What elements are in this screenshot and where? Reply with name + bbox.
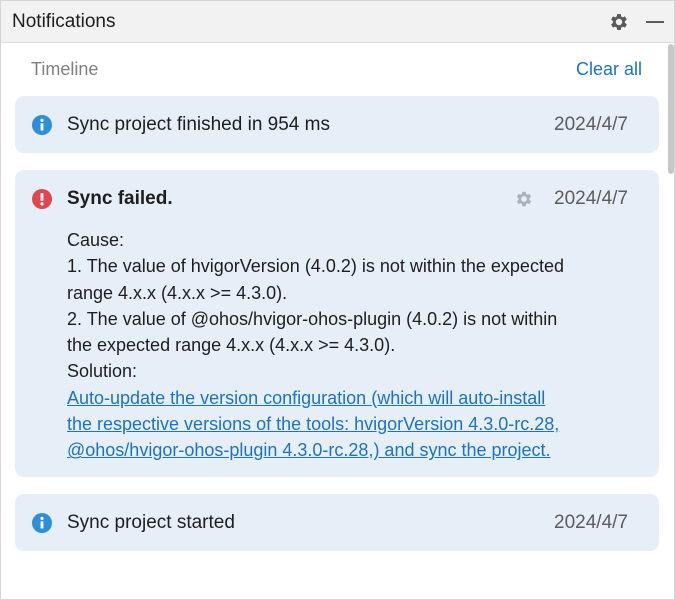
solution-link[interactable]: @ohos/hvigor-ohos-plugin 4.3.0-rc.28,) a…: [67, 440, 551, 460]
solution-link[interactable]: the respective versions of the tools: hv…: [67, 414, 559, 434]
cause-label: Cause:: [67, 230, 125, 250]
notification-body: Cause: 1. The value of hvigorVersion (4.…: [15, 227, 659, 464]
info-icon: [32, 114, 52, 135]
notification-card[interactable]: Sync project started 2024/4/7: [15, 494, 659, 551]
cause-line: the expected range 4.x.x (4.x.x >= 4.3.0…: [67, 335, 396, 356]
notification-title: Sync project finished in 954 ms: [67, 113, 330, 135]
cause-line: range 4.x.x (4.x.x >= 4.3.0).: [67, 282, 288, 303]
cause-line: 2. The value of @ohos/hvigor-ohos-plugin…: [67, 308, 558, 329]
notifications-panel: Notifications Timeline Clear all Sync pr…: [0, 0, 675, 600]
clear-all-link[interactable]: Clear all: [576, 59, 642, 80]
panel-header: Notifications: [1, 1, 674, 43]
notification-card-error[interactable]: Sync failed. 2024/4/7 Cause: 1. The valu…: [15, 170, 659, 477]
cause-line: 1. The value of hvigorVersion (4.0.2) is…: [67, 256, 564, 277]
notification-card[interactable]: Sync project finished in 954 ms 2024/4/7: [15, 96, 659, 153]
gear-icon[interactable]: [514, 189, 534, 209]
notification-date: 2024/4/7: [554, 187, 628, 209]
timeline-toolbar: Timeline Clear all: [31, 59, 642, 80]
panel-title: Notifications: [12, 10, 116, 32]
scrollbar[interactable]: [668, 44, 674, 174]
header-actions: [608, 11, 664, 33]
info-icon: [32, 512, 52, 533]
notification-date: 2024/4/7: [554, 511, 628, 533]
notification-title: Sync failed.: [67, 187, 173, 209]
solution-label: Solution:: [67, 361, 138, 382]
minimize-icon[interactable]: [646, 20, 664, 23]
notification-title: Sync project started: [67, 511, 235, 533]
gear-icon[interactable]: [608, 11, 630, 33]
timeline-label: Timeline: [31, 59, 99, 79]
notification-date: 2024/4/7: [554, 113, 628, 135]
error-icon: [32, 188, 52, 209]
solution-link[interactable]: Auto-update the version configuration (w…: [67, 388, 545, 408]
